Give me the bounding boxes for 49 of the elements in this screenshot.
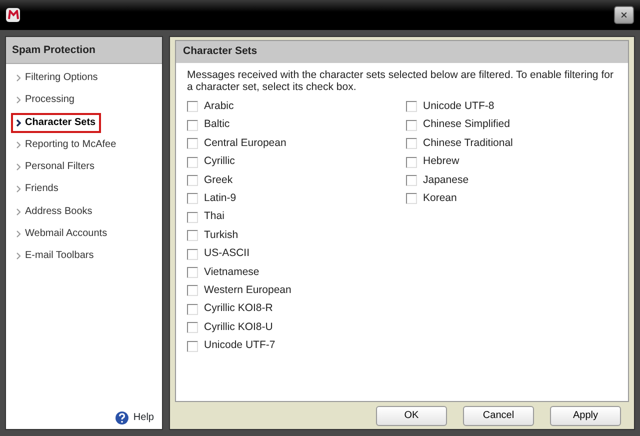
charset-checkbox[interactable]: Central European bbox=[187, 134, 406, 153]
sidebar-item[interactable]: Personal Filters bbox=[11, 157, 100, 178]
chevron-icon bbox=[16, 74, 21, 82]
chevron-icon bbox=[16, 208, 21, 216]
charset-checkbox[interactable]: Cyrillic KOI8-R bbox=[187, 300, 406, 318]
charset-checkbox[interactable]: Chinese Traditional bbox=[406, 134, 625, 153]
chevron-icon bbox=[16, 252, 21, 260]
sidebar-item[interactable]: Address Books bbox=[11, 202, 98, 222]
chevron-icon bbox=[16, 230, 21, 238]
charset-checkbox[interactable]: Korean bbox=[406, 190, 625, 208]
charset-checkbox[interactable]: Greek bbox=[187, 171, 406, 190]
app-logo-icon bbox=[6, 8, 20, 22]
charset-checkbox[interactable]: Thai bbox=[187, 208, 406, 226]
charset-checkbox[interactable]: Cyrillic bbox=[187, 152, 406, 172]
chevron-icon bbox=[16, 140, 21, 149]
charset-checkbox[interactable]: Japanese bbox=[406, 171, 625, 190]
sidebar-item[interactable]: Filtering Options bbox=[11, 68, 103, 88]
sidebar-item[interactable]: Friends bbox=[11, 179, 64, 200]
chevron-icon bbox=[16, 118, 21, 127]
charset-checkbox[interactable]: Western European bbox=[187, 282, 406, 300]
sidebar-title: Spam Protection bbox=[6, 37, 162, 64]
sidebar-item[interactable]: Processing bbox=[11, 90, 80, 110]
apply-button[interactable]: Apply bbox=[550, 406, 621, 426]
chevron-icon bbox=[16, 185, 21, 194]
charset-checkbox[interactable]: Unicode UTF-7 bbox=[187, 336, 406, 356]
charset-checkbox[interactable]: Chinese Simplified bbox=[406, 116, 625, 135]
charset-checkbox[interactable]: Unicode UTF-8 bbox=[406, 98, 625, 116]
charset-checkbox[interactable]: Vietnamese bbox=[187, 263, 406, 282]
charset-checkbox[interactable]: Baltic bbox=[187, 116, 406, 135]
sidebar-item[interactable]: E-mail Toolbars bbox=[11, 246, 99, 266]
charset-checkbox[interactable]: Hebrew bbox=[406, 152, 625, 172]
charset-checkbox[interactable]: Cyrillic KOI8-U bbox=[187, 318, 406, 337]
charset-checkbox[interactable]: Turkish bbox=[187, 226, 406, 245]
close-button[interactable] bbox=[614, 6, 634, 24]
panel-title: Character Sets bbox=[176, 41, 628, 63]
chevron-icon bbox=[16, 96, 21, 104]
cancel-button[interactable]: Cancel bbox=[463, 406, 534, 426]
sidebar-item[interactable]: Webmail Accounts bbox=[11, 224, 112, 244]
ok-button[interactable]: OK bbox=[376, 406, 447, 426]
charset-checkbox[interactable]: Arabic bbox=[187, 98, 406, 116]
help-icon bbox=[115, 410, 130, 424]
chevron-icon bbox=[16, 163, 21, 172]
sidebar-item[interactable]: Reporting to McAfee bbox=[11, 134, 122, 155]
charset-checkbox[interactable]: Latin-9 bbox=[187, 190, 406, 208]
help-link[interactable]: Help bbox=[115, 410, 154, 425]
charset-checkbox[interactable]: US-ASCII bbox=[187, 244, 406, 264]
sidebar-item[interactable]: Character Sets bbox=[11, 112, 101, 133]
description-text: Messages received with the character sets selected below are filtered. To enable filtering for a character set, select its check box. bbox=[186, 68, 614, 95]
close-icon bbox=[621, 10, 627, 20]
